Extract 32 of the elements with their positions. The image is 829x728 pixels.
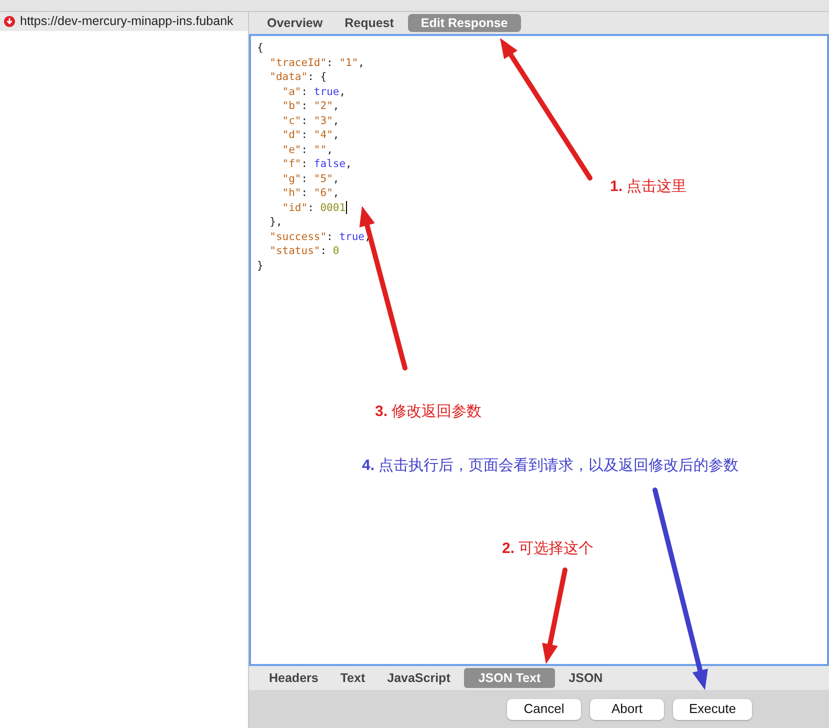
action-button[interactable]: Abort [590, 698, 664, 720]
view-tab[interactable]: Text [332, 668, 374, 688]
annotation-text: 2. 可选择这个 [502, 539, 594, 559]
view-tab[interactable]: JSON [560, 668, 611, 688]
code-line: }, [268, 215, 282, 230]
code-line: "id": 0001 [281, 200, 346, 215]
action-button[interactable]: Execute [673, 698, 752, 720]
request-row[interactable]: https://dev-mercury-minapp-ins.fubank [0, 12, 248, 31]
code-line: "b": "2", [281, 99, 340, 114]
code-line: "g": "5", [281, 172, 340, 186]
code-line: { [257, 41, 264, 56]
annotation-text: 1. 点击这里 [610, 177, 687, 197]
code-line: "data": { [268, 70, 327, 84]
code-line: "a": true, [281, 84, 346, 99]
code-line: "h": "6", [281, 186, 340, 200]
view-tab[interactable]: JavaScript [379, 668, 458, 688]
code-line: "e": "", [281, 142, 333, 157]
view-tab[interactable]: Headers [261, 668, 326, 688]
download-icon [4, 16, 15, 27]
code-line: "d": "4", [281, 128, 340, 142]
code-line: } [257, 258, 264, 273]
annotation-text: 4. 点击执行后，页面会看到请求，以及返回修改后的参数 [362, 456, 739, 476]
annotation-text: 3. 修改返回参数 [375, 402, 482, 422]
tab[interactable]: Overview [259, 14, 331, 32]
code-line: "f": false, [281, 157, 352, 172]
tab[interactable]: Request [336, 14, 402, 32]
code-line: "traceId": "1", [268, 56, 364, 70]
code-line: "c": "3", [281, 114, 340, 128]
code-line: "status": 0 [268, 244, 340, 258]
request-url: https://dev-mercury-minapp-ins.fubank [20, 13, 234, 30]
action-button[interactable]: Cancel [507, 698, 582, 720]
code-line: "success": true, [268, 230, 371, 244]
